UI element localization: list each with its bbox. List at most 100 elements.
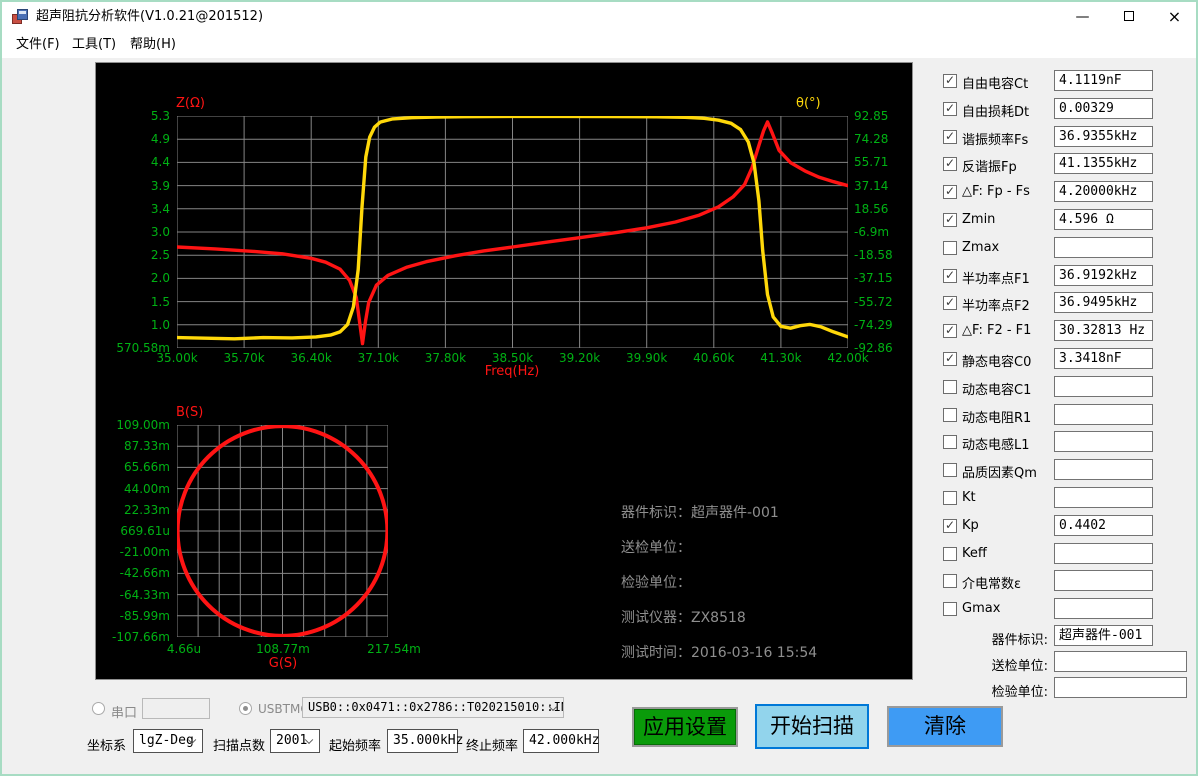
param-value-field[interactable] [1054, 404, 1153, 425]
param-label: Kt [962, 490, 976, 505]
param-label: △F: Fp - Fs [962, 184, 1030, 199]
param-checkbox[interactable]: ✓ [943, 519, 957, 533]
clear-button[interactable]: 清除 [887, 706, 1003, 747]
g-axis-label: G(S) [243, 656, 323, 671]
param-value-field[interactable] [1054, 487, 1153, 508]
param-value-field[interactable] [1054, 459, 1153, 480]
maximize-icon [1124, 11, 1134, 21]
sender-unit-field[interactable] [1054, 651, 1187, 672]
menu-tools[interactable]: 工具(T) [72, 32, 116, 58]
b-axis-tick: 65.66m [98, 460, 170, 474]
param-checkbox[interactable]: ✓ [943, 130, 957, 144]
param-value-field[interactable]: 36.9495kHz [1054, 292, 1153, 313]
theta-axis-tick: 37.14 [854, 179, 888, 193]
z-axis-label: Z(Ω) [176, 96, 205, 111]
menubar: 文件(F) 工具(T) 帮助(H) [2, 32, 1196, 58]
b-axis-tick: 22.33m [98, 503, 170, 517]
theta-axis-tick: -55.72 [854, 295, 893, 309]
param-value-field[interactable]: 4.1119nF [1054, 70, 1153, 91]
menu-help[interactable]: 帮助(H) [130, 32, 176, 58]
param-checkbox[interactable]: ✓ [943, 324, 957, 338]
param-value-field[interactable]: 3.3418nF [1054, 348, 1153, 369]
z-axis-tick: 3.0 [98, 225, 170, 239]
freq-axis-tick: 37.80k [410, 351, 480, 365]
param-checkbox[interactable] [943, 491, 957, 505]
minimize-button[interactable]: — [1060, 2, 1105, 32]
admittance-circle-plot [177, 425, 388, 637]
app-icon [12, 9, 28, 25]
param-label: △F: F2 - F1 [962, 323, 1031, 338]
param-checkbox[interactable]: ✓ [943, 157, 957, 171]
param-checkbox[interactable]: ✓ [943, 185, 957, 199]
param-value-field[interactable]: 30.32813 Hz [1054, 320, 1153, 341]
info-device-id: 器件标识：超声器件-001 [621, 503, 817, 538]
stop-freq-field[interactable]: 42.000kHz [523, 729, 599, 753]
param-value-field[interactable]: 0.00329 [1054, 98, 1153, 119]
param-label: 动态电阻R1 [962, 407, 1031, 426]
info-check-unit: 检验单位： [621, 573, 817, 608]
sweep-points-combo[interactable]: 2001 [270, 729, 320, 753]
theta-axis-tick: 18.56 [854, 202, 888, 216]
usbtmc-radio[interactable] [239, 702, 252, 715]
param-value-field[interactable]: 4.20000kHz [1054, 181, 1153, 202]
info-instrument: 测试仪器：ZX8518 [621, 608, 817, 643]
info-sender-unit: 送检单位： [621, 538, 817, 573]
param-checkbox[interactable] [943, 574, 957, 588]
param-label: 介电常数ε [962, 573, 1021, 592]
param-checkbox[interactable] [943, 463, 957, 477]
titlebar: 超声阻抗分析软件(V1.0.21@201512) — × [2, 2, 1196, 32]
b-axis-tick: -64.33m [98, 588, 170, 602]
start-freq-field[interactable]: 35.000kHz [387, 729, 458, 753]
param-checkbox[interactable]: ✓ [943, 269, 957, 283]
param-checkbox[interactable]: ✓ [943, 102, 957, 116]
freq-axis-tick: 41.30k [746, 351, 816, 365]
b-axis-tick: -85.99m [98, 609, 170, 623]
freq-axis-tick: 39.20k [545, 351, 615, 365]
z-axis-tick: 4.4 [98, 155, 170, 169]
param-value-field[interactable]: 41.1355kHz [1054, 153, 1153, 174]
param-value-field[interactable] [1054, 376, 1153, 397]
param-checkbox[interactable]: ✓ [943, 74, 957, 88]
z-axis-tick: 2.0 [98, 271, 170, 285]
g-axis-tick: 4.66u [144, 642, 224, 656]
freq-axis-label: Freq(Hz) [472, 364, 552, 379]
param-checkbox[interactable]: ✓ [943, 213, 957, 227]
check-unit-field[interactable] [1054, 677, 1187, 698]
start-scan-button[interactable]: 开始扫描 [755, 704, 869, 749]
param-value-field[interactable] [1054, 543, 1153, 564]
freq-axis-tick: 35.00k [142, 351, 212, 365]
device-id-field[interactable]: 超声器件-001 [1054, 625, 1153, 646]
param-value-field[interactable]: 4.596 Ω [1054, 209, 1153, 230]
sweep-points-label: 扫描点数 [213, 735, 265, 754]
usbtmc-address-combo[interactable]: USB0::0x0471::0x2786::T020215010::INSTR [302, 697, 564, 718]
b-axis-tick: 669.61u [98, 524, 170, 538]
theta-axis-tick: -37.15 [854, 271, 893, 285]
coord-system-combo[interactable]: lgZ-Deg [133, 729, 203, 753]
param-checkbox[interactable] [943, 435, 957, 449]
serial-port-combo[interactable] [142, 698, 210, 719]
b-axis-tick: -42.66m [98, 566, 170, 580]
z-axis-tick: 3.9 [98, 179, 170, 193]
serial-radio[interactable] [92, 702, 105, 715]
close-button[interactable]: × [1152, 2, 1197, 32]
param-checkbox[interactable] [943, 547, 957, 561]
apply-settings-button[interactable]: 应用设置 [632, 707, 738, 747]
param-checkbox[interactable] [943, 380, 957, 394]
param-checkbox[interactable]: ✓ [943, 296, 957, 310]
param-checkbox[interactable] [943, 408, 957, 422]
z-axis-tick: 5.3 [98, 109, 170, 123]
param-value-field[interactable] [1054, 570, 1153, 591]
param-value-field[interactable]: 0.4402 [1054, 515, 1153, 536]
param-value-field[interactable]: 36.9192kHz [1054, 265, 1153, 286]
menu-file[interactable]: 文件(F) [16, 32, 60, 58]
param-checkbox[interactable]: ✓ [943, 352, 957, 366]
param-value-field[interactable]: 36.9355kHz [1054, 126, 1153, 147]
param-checkbox[interactable] [943, 241, 957, 255]
param-value-field[interactable] [1054, 598, 1153, 619]
param-value-field[interactable] [1054, 237, 1153, 258]
param-label: 自由损耗Dt [962, 101, 1029, 120]
param-value-field[interactable] [1054, 431, 1153, 452]
maximize-button[interactable] [1106, 2, 1151, 32]
param-label: Gmax [962, 601, 1000, 616]
param-checkbox[interactable] [943, 602, 957, 616]
